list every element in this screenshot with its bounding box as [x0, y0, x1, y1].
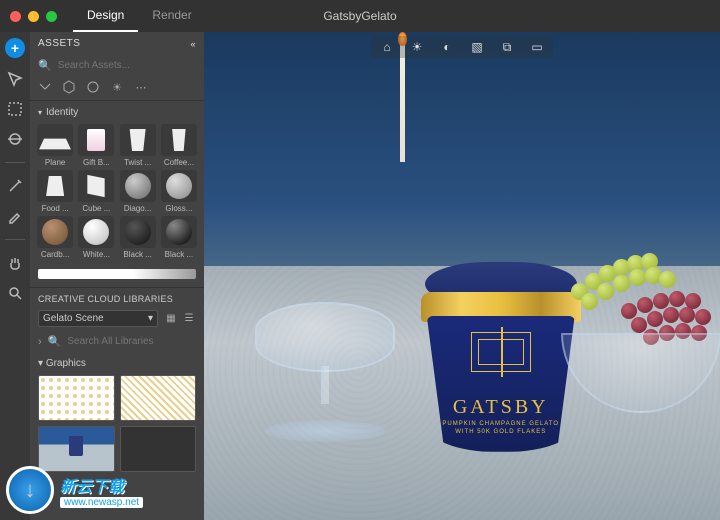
asset-search-row: 🔍 [30, 55, 204, 76]
environment-icon[interactable]: ◐ [439, 39, 455, 55]
hand-tool[interactable] [6, 254, 24, 272]
asset-white-mat[interactable]: White... [77, 216, 115, 259]
scene-grape-bowl [541, 243, 720, 413]
scene-candle [400, 42, 405, 162]
graphic-thumb-1[interactable] [38, 375, 115, 421]
tab-render[interactable]: Render [138, 0, 205, 32]
asset-coffee-cup[interactable]: Coffee... [160, 124, 198, 167]
product-line1: PUMPKIN CHAMPAGNE GELATO [442, 421, 559, 427]
sun-light-icon[interactable]: ☀ [409, 39, 425, 55]
watermark-cn: 新云下载 [60, 473, 143, 497]
assets-panel-title: ASSETS [38, 38, 80, 49]
asset-diagonal-mat[interactable]: Diago... [119, 170, 157, 213]
chevron-right-icon[interactable]: › [38, 336, 42, 348]
panel-collapse-icon[interactable]: « [190, 39, 196, 49]
asset-twist-cup[interactable]: Twist ... [119, 124, 157, 167]
titlebar: Design Render GatsbyGelato [0, 0, 720, 32]
camera-bookmark-icon[interactable]: ⧉ [499, 39, 515, 55]
asset-food-box[interactable]: Food ... [36, 170, 74, 213]
zoom-window-button[interactable] [46, 11, 57, 22]
tool-rail: + [0, 32, 30, 520]
filter-materials-icon[interactable] [86, 80, 100, 94]
asset-filter-row: ☀ ⋯ [30, 76, 204, 101]
graphics-grid [30, 371, 204, 476]
asset-search-input[interactable] [58, 60, 196, 71]
mode-tabs: Design Render [73, 0, 206, 32]
scene-glass-bowl [235, 282, 415, 442]
orbit-tool[interactable] [6, 130, 24, 148]
wand-tool[interactable] [6, 177, 24, 195]
filter-lights-icon[interactable]: ☀ [110, 80, 124, 94]
library-selected-text: Gelato Scene [43, 313, 104, 324]
product-brand: GATSBY [453, 396, 549, 419]
add-button[interactable]: + [5, 38, 25, 58]
product-line2: WITH 50K GOLD FLAKES [455, 429, 546, 435]
graphics-group-label[interactable]: ▾ Graphics [30, 352, 204, 371]
assets-panel-header: ASSETS « [30, 32, 204, 55]
asset-grid: Plane Gift B... Twist ... Coffee... Food… [30, 120, 204, 263]
assets-panel: ASSETS « 🔍 ☀ ⋯ ▾ Identity Plane Gift B..… [30, 32, 204, 520]
ground-plane-icon[interactable]: ▧ [469, 39, 485, 55]
view-grid-icon[interactable]: ▦ [164, 312, 178, 326]
chevron-down-icon: ▾ [38, 358, 43, 369]
asset-cardboard-mat[interactable]: Cardb... [36, 216, 74, 259]
asset-gift-bag[interactable]: Gift B... [77, 124, 115, 167]
asset-glossy-mat[interactable]: Gloss... [160, 170, 198, 213]
chevron-down-icon: ▾ [38, 108, 42, 117]
watermark: ↓ 新云下载 www.newasp.net [6, 466, 143, 514]
search-icon: 🔍 [38, 59, 52, 72]
watermark-logo: ↓ [6, 466, 54, 514]
window-controls [10, 11, 57, 22]
viewport[interactable]: ⌂ ☀ ◐ ▧ ⧉ ▭ GATSBY PUMPKIN CHAMPAGNE GEL… [204, 32, 720, 520]
zoom-tool[interactable] [6, 284, 24, 302]
chevron-down-icon: ▾ [148, 313, 153, 324]
viewport-toolbar: ⌂ ☀ ◐ ▧ ⧉ ▭ [371, 36, 553, 58]
library-select[interactable]: Gelato Scene ▾ [38, 310, 158, 327]
home-view-icon[interactable]: ⌂ [379, 39, 395, 55]
asset-cube[interactable]: Cube ... [77, 170, 115, 213]
asset-black-gloss-mat[interactable]: Black ... [160, 216, 198, 259]
selection-tool[interactable] [6, 100, 24, 118]
view-list-icon[interactable]: ☰ [182, 312, 196, 326]
filter-more-icon[interactable]: ⋯ [134, 80, 148, 94]
watermark-url: www.newasp.net [60, 497, 143, 508]
asset-group-label[interactable]: ▾ Identity [30, 101, 204, 120]
tab-design[interactable]: Design [73, 0, 138, 32]
asset-group-text: Identity [46, 107, 78, 118]
asset-plane[interactable]: Plane [36, 124, 74, 167]
minimize-window-button[interactable] [28, 11, 39, 22]
libraries-header: CREATIVE CLOUD LIBRARIES [30, 287, 204, 306]
filter-all-icon[interactable] [38, 80, 52, 94]
search-icon: 🔍 [48, 335, 62, 348]
eyedropper-tool[interactable] [6, 207, 24, 225]
library-search-input[interactable] [67, 336, 199, 347]
asset-black-mat[interactable]: Black ... [119, 216, 157, 259]
close-window-button[interactable] [10, 11, 21, 22]
document-title: GatsbyGelato [323, 9, 396, 23]
filter-models-icon[interactable] [62, 80, 76, 94]
graphic-thumb-2[interactable] [120, 375, 197, 421]
move-tool[interactable] [6, 70, 24, 88]
gradient-swatch[interactable] [38, 269, 196, 279]
workspace: + ASSETS « 🔍 ☀ ⋯ ▾ Identity [0, 32, 720, 520]
render-settings-icon[interactable]: ▭ [529, 39, 545, 55]
